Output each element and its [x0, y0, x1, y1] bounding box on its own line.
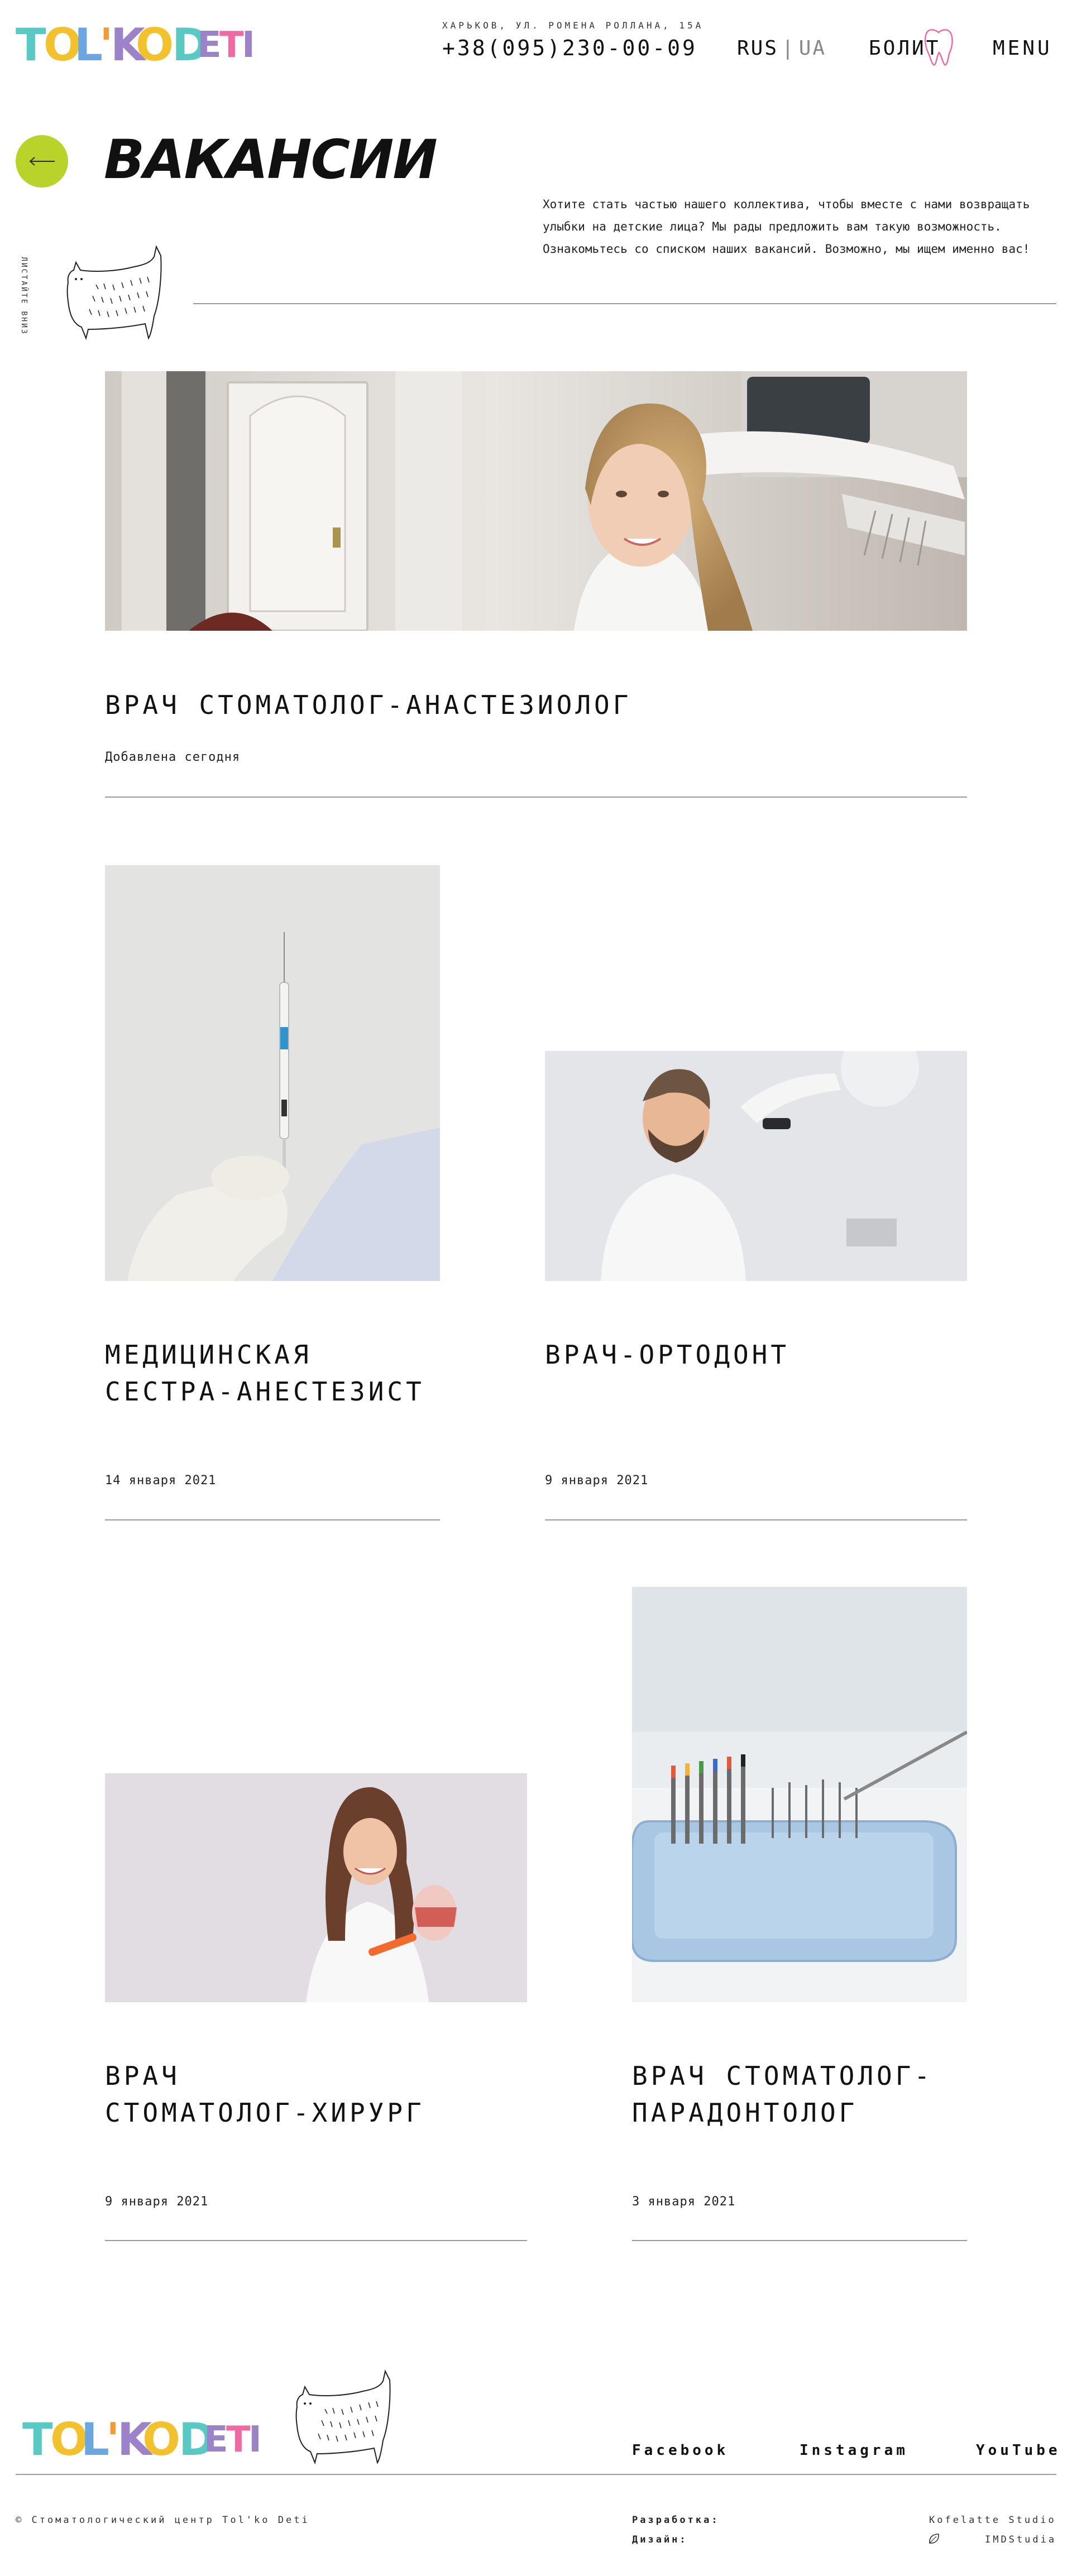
vacancy-date: 3 января 2021 [632, 2195, 736, 2209]
vacancy-date: Добавлена сегодня [105, 750, 241, 764]
logo-letter: T [22, 2414, 53, 2465]
vacancy-title-link[interactable]: ВРАЧ СТОМАТОЛОГ-ХИРУРГ [105, 2057, 425, 2131]
tooth-icon [924, 29, 953, 66]
header-phone-link[interactable]: +38(095)230-00-09 [442, 36, 697, 60]
menu-button[interactable]: MENU [993, 37, 1052, 60]
vacancy-photo[interactable] [105, 865, 440, 1281]
back-button[interactable] [16, 135, 68, 188]
page-title: ВАКАНСИИ [104, 128, 438, 191]
lang-separator: | [782, 37, 796, 60]
leaf-icon [929, 2534, 939, 2544]
vacancy-photo[interactable] [632, 1587, 967, 2002]
footer-youtube-link[interactable]: YouTube [976, 2442, 1061, 2459]
logo-letter: T [226, 2419, 251, 2460]
lang-rus-link[interactable]: RUS [737, 37, 778, 60]
vacancy-divider [632, 2240, 967, 2241]
logo-letter: I [242, 25, 255, 66]
language-switcher: RUS | UA [737, 37, 826, 60]
footer-dev-label: Разработка: [632, 2515, 720, 2526]
vacancy-date: 9 января 2021 [105, 2195, 209, 2209]
vacancy-title-line: СТОМАТОЛОГ-ХИРУРГ [105, 2098, 425, 2128]
logo-letter: T [16, 19, 46, 71]
vacancy-divider [105, 797, 967, 798]
logo-letter: E [197, 25, 222, 66]
footer-instagram-link[interactable]: Instagram [800, 2442, 908, 2459]
intro-text: Хотите стать частью нашего коллектива, ч… [543, 198, 1030, 256]
vacancy-divider [545, 1519, 967, 1520]
vacancy-divider [105, 1519, 440, 1520]
photo-surgeon [105, 1773, 527, 2002]
arrow-left-icon [29, 157, 55, 166]
photo-dental-tools [632, 1587, 967, 2002]
hero-divider [193, 303, 1056, 304]
vacancy-photo[interactable] [105, 1773, 527, 2002]
vacancy-title-line: ВРАЧ СТОМАТОЛОГ- [632, 2061, 934, 2091]
logo-letter: O [136, 19, 174, 71]
vacancy-photo[interactable] [105, 371, 967, 631]
vacancy-divider [105, 2240, 527, 2241]
vacancy-title-line: МЕДИЦИНСКАЯ [105, 1340, 312, 1370]
footer-divider [16, 2474, 1056, 2475]
footer-design-label: Дизайн: [632, 2534, 688, 2545]
vacancy-title-link[interactable]: ВРАЧ СТОМАТОЛОГ- ПАРАДОНТОЛОГ [632, 2057, 933, 2131]
lang-ua-link[interactable]: UA [799, 37, 826, 60]
footer-design-studio-link[interactable]: IMDStudia [985, 2534, 1056, 2545]
vacancy-date: 9 января 2021 [545, 1474, 649, 1488]
vacancy-title-line: ВРАЧ [105, 2061, 180, 2091]
logo-letter: E [204, 2419, 228, 2460]
header-logo[interactable]: T O L ' K O D E T I [16, 20, 256, 70]
vacancy-title-link[interactable]: ВРАЧ-ОРТОДОНТ [545, 1336, 789, 1373]
header-address: ХАРЬКОВ, УЛ. РОМЕНА РОЛЛАНА, 15А [442, 20, 704, 31]
footer-logo[interactable]: T O L ' K O D E T I [22, 2415, 274, 2465]
footer-copyright: © Стоматологический центр Tol'ko Deti [16, 2515, 310, 2526]
photo-dental-assistant [105, 371, 967, 631]
logo-letter: L [81, 2414, 109, 2465]
logo-letter: O [142, 2414, 181, 2465]
cat-illustration [66, 245, 162, 340]
vacancy-title-line: ПАРАДОНТОЛОГ [632, 2098, 858, 2128]
vacancy-title-link[interactable]: ВРАЧ СТОМАТОЛОГ-АНАСТЕЗИОЛОГ [105, 687, 631, 723]
scroll-hint: ЛИСТАЙТЕ ВНИЗ [16, 257, 32, 346]
cat-illustration [295, 2369, 391, 2465]
photo-syringe [105, 865, 440, 1281]
vacancy-title-link[interactable]: МЕДИЦИНСКАЯ СЕСТРА-АНЕСТЕЗИСТ [105, 1336, 425, 1410]
logo-letter: L [74, 19, 103, 71]
vacancy-photo[interactable] [545, 1051, 967, 1281]
scroll-hint-label: ЛИСТАЙТЕ ВНИЗ [20, 257, 28, 335]
photo-orthodontist [545, 1051, 967, 1281]
vacancy-date: 14 января 2021 [105, 1474, 217, 1488]
logo-letter: T [219, 25, 244, 66]
footer-dev-studio-link[interactable]: Kofelatte Studio [929, 2515, 1056, 2526]
footer-facebook-link[interactable]: Facebook [632, 2442, 729, 2459]
logo-letter: I [248, 2419, 262, 2460]
vacancy-title-line: СЕСТРА-АНЕСТЕЗИСТ [105, 1376, 425, 1407]
